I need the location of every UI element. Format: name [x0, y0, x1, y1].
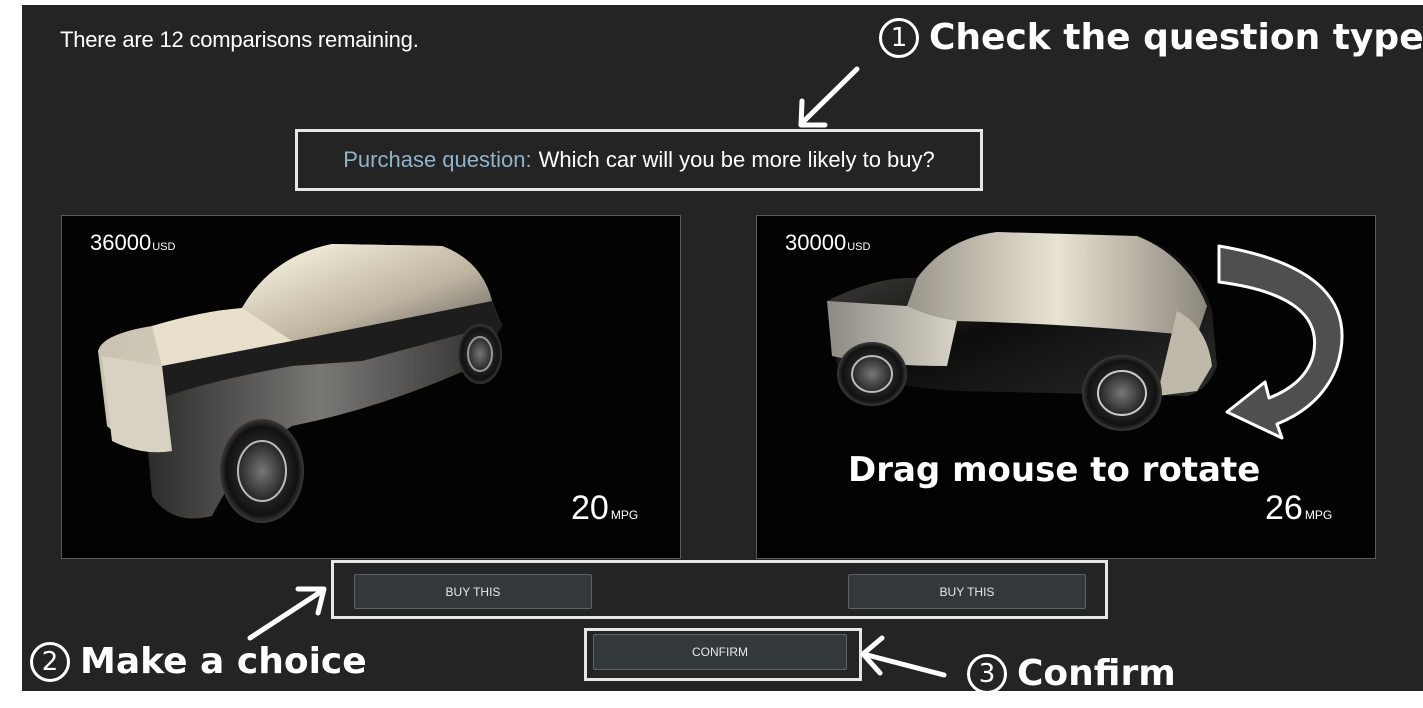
- step3-number: 3: [967, 653, 1007, 691]
- step3-annotation: 3 Confirm: [967, 653, 1176, 691]
- step2-number: 2: [30, 641, 70, 682]
- annotation-arrows: [247, 66, 947, 678]
- arrow-icon: [247, 586, 327, 641]
- comparison-screen: There are 12 comparisons remaining. Purc…: [22, 5, 1423, 691]
- step1-number: 1: [879, 17, 919, 58]
- step3-text: Confirm: [1017, 653, 1176, 691]
- step2-annotation: 2 Make a choice: [30, 641, 367, 682]
- step1-annotation: 1 Check the question type: [879, 17, 1423, 58]
- step2-text: Make a choice: [80, 641, 367, 682]
- step1-text: Check the question type: [929, 17, 1423, 58]
- arrow-icon: [860, 635, 947, 678]
- arrow-icon: [798, 66, 860, 128]
